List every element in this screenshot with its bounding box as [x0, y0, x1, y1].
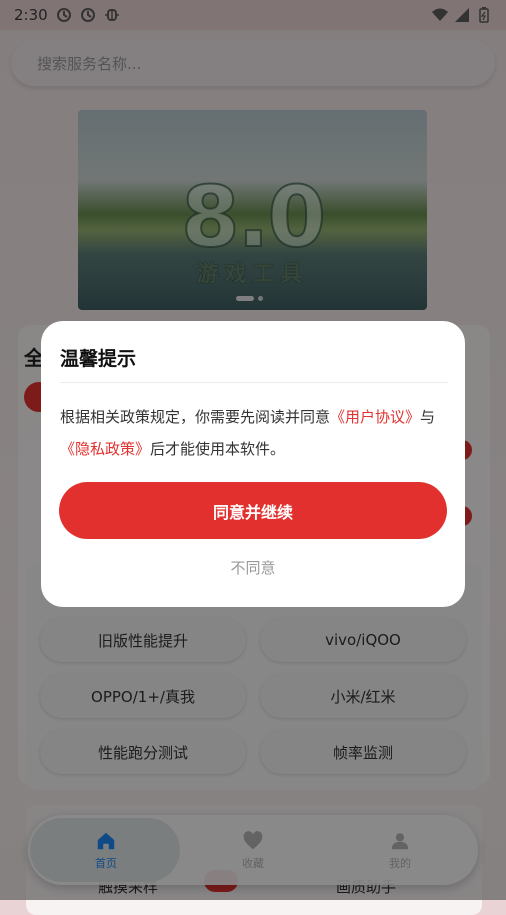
dialog-body-mid: 与	[420, 408, 436, 426]
status-bar: 2:30	[0, 0, 506, 30]
debug-icon	[104, 9, 119, 21]
sync-icon	[56, 8, 71, 22]
status-left: 2:30	[14, 6, 120, 24]
dialog-body-suffix: 后才能使用本软件。	[150, 440, 286, 458]
disagree-button[interactable]: 不同意	[41, 557, 465, 578]
dialog-body-prefix: 根据相关政策规定，你需要先阅读并同意	[60, 408, 331, 426]
sync-icon	[80, 8, 95, 22]
agree-continue-button[interactable]: 同意并继续	[59, 482, 447, 539]
privacy-policy-link[interactable]: 《隐私政策》	[60, 440, 150, 458]
battery-icon	[479, 7, 489, 23]
privacy-dialog: 温馨提示 根据相关政策规定，你需要先阅读并同意《用户协议》与《隐私政策》后才能使…	[41, 321, 465, 607]
status-right	[432, 7, 492, 23]
dialog-divider	[60, 382, 448, 383]
dialog-title: 温馨提示	[60, 348, 137, 370]
wifi-icon	[432, 8, 448, 21]
status-time: 2:30	[14, 6, 48, 24]
signal-icon	[455, 8, 469, 22]
dialog-body: 根据相关政策规定，你需要先阅读并同意《用户协议》与《隐私政策》后才能使用本软件。	[60, 401, 452, 465]
user-agreement-link[interactable]: 《用户协议》	[330, 408, 420, 426]
